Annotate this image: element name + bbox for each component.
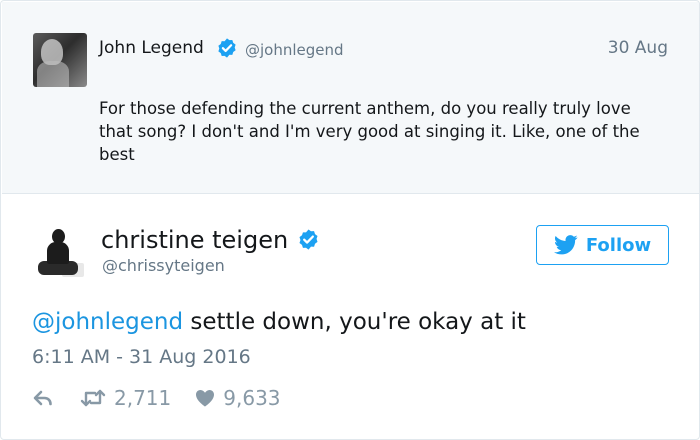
mention-link[interactable]: @johnlegend xyxy=(32,309,183,335)
retweet-count: 2,711 xyxy=(114,386,172,410)
tweet-actions: 2,711 9,633 xyxy=(32,385,281,411)
avatar[interactable] xyxy=(32,223,88,279)
reply-icon xyxy=(33,390,52,406)
avatar-figure-body xyxy=(47,242,69,264)
embedded-tweet-card: John Legend @johnlegend 30 Aug For those… xyxy=(0,0,700,440)
avatar[interactable] xyxy=(33,33,87,87)
tweet-timestamp[interactable]: 6:11 AM - 31 Aug 2016 xyxy=(32,346,251,368)
author-handle[interactable]: @chrissyteigen xyxy=(102,256,225,275)
heart-icon xyxy=(196,390,215,407)
author-name[interactable]: John Legend xyxy=(99,38,204,58)
tweet-text: For those defending the current anthem, … xyxy=(99,99,640,164)
verified-badge-icon xyxy=(299,229,318,250)
retweet-button[interactable]: 2,711 xyxy=(80,386,171,410)
verified-badge-icon xyxy=(218,38,236,58)
avatar-figure-head xyxy=(52,229,65,244)
avatar-figure-body xyxy=(37,61,69,87)
follow-button[interactable]: Follow xyxy=(536,225,669,265)
like-count: 9,633 xyxy=(223,386,281,410)
tweet-date[interactable]: 30 Aug xyxy=(608,38,668,58)
replied-to-tweet[interactable]: John Legend @johnlegend 30 Aug For those… xyxy=(2,2,699,194)
retweet-icon xyxy=(80,389,106,407)
tweet-text: @johnlegend settle down, you're okay at … xyxy=(32,309,526,335)
like-button[interactable]: 9,633 xyxy=(195,386,281,410)
tweet-body: settle down, you're okay at it xyxy=(183,309,526,335)
author-name[interactable]: christine teigen xyxy=(101,226,288,254)
follow-button-label: Follow xyxy=(585,234,652,256)
author-handle[interactable]: @johnlegend xyxy=(245,41,344,59)
reply-button[interactable] xyxy=(32,389,54,407)
twitter-bird-icon xyxy=(553,235,578,255)
